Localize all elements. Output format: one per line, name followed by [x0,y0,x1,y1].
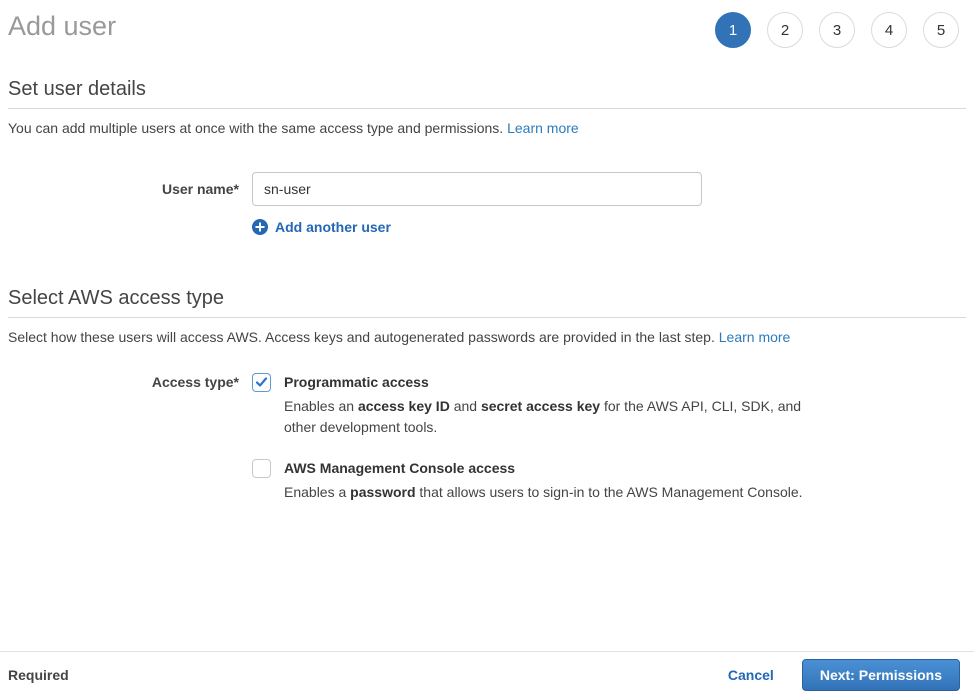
user-name-row: User name* [8,172,966,206]
plus-circle-icon [252,219,268,235]
console-access-text: AWS Management Console access Enables a … [284,459,803,503]
console-access-checkbox[interactable] [252,459,271,478]
programmatic-access-option: Programmatic access Enables an access ke… [252,373,812,438]
console-access-title: AWS Management Console access [284,459,803,478]
access-type-description-text: Select how these users will access AWS. … [8,329,719,345]
desc-fragment-bold: access key ID [358,398,450,414]
add-another-user-button[interactable]: Add another user [252,219,391,235]
desc-fragment-bold: password [350,484,415,500]
step-1[interactable]: 1 [715,12,751,48]
console-access-desc: Enables a password that allows users to … [284,482,803,503]
step-5[interactable]: 5 [923,12,959,48]
user-details-description: You can add multiple users at once with … [8,120,966,137]
access-type-options: Programmatic access Enables an access ke… [252,373,812,503]
access-type-label: Access type* [8,373,239,390]
desc-fragment: that allows users to sign-in to the AWS … [416,484,803,500]
section-heading-access-type: Select AWS access type [8,286,966,310]
desc-fragment-bold: secret access key [481,398,600,414]
desc-fragment: Enables a [284,484,350,500]
cancel-button[interactable]: Cancel [728,667,774,683]
user-details-description-text: You can add multiple users at once with … [8,120,507,136]
step-4[interactable]: 4 [871,12,907,48]
learn-more-link-user-details[interactable]: Learn more [507,120,579,136]
learn-more-link-access-type[interactable]: Learn more [719,329,791,345]
add-another-user-row: Add another user [8,219,966,235]
access-type-row: Access type* Programmatic access Enables… [8,373,966,503]
desc-fragment: and [450,398,481,414]
add-user-page: Add user 1 2 3 4 5 Set user details You … [0,0,974,697]
page-content: Set user details You can add multiple us… [0,77,974,503]
add-another-user-label: Add another user [275,219,391,235]
footer-action-bar: Required Cancel Next: Permissions [0,651,974,697]
section-divider [8,317,966,318]
programmatic-access-checkbox[interactable] [252,373,271,392]
required-note: Required [8,667,69,683]
user-name-input[interactable] [252,172,702,206]
next-permissions-button[interactable]: Next: Permissions [802,659,960,691]
programmatic-access-desc: Enables an access key ID and secret acce… [284,396,812,438]
console-access-option: AWS Management Console access Enables a … [252,459,812,503]
step-indicator: 1 2 3 4 5 [715,12,959,48]
page-header: Add user 1 2 3 4 5 [0,0,974,48]
user-name-label: User name* [8,181,239,197]
checkmark-icon [255,376,268,389]
step-3[interactable]: 3 [819,12,855,48]
programmatic-access-title: Programmatic access [284,373,812,392]
desc-fragment: Enables an [284,398,358,414]
section-divider [8,108,966,109]
section-heading-user-details: Set user details [8,77,966,101]
step-2[interactable]: 2 [767,12,803,48]
programmatic-access-text: Programmatic access Enables an access ke… [284,373,812,438]
page-title: Add user [8,10,116,42]
access-type-description: Select how these users will access AWS. … [8,329,966,346]
